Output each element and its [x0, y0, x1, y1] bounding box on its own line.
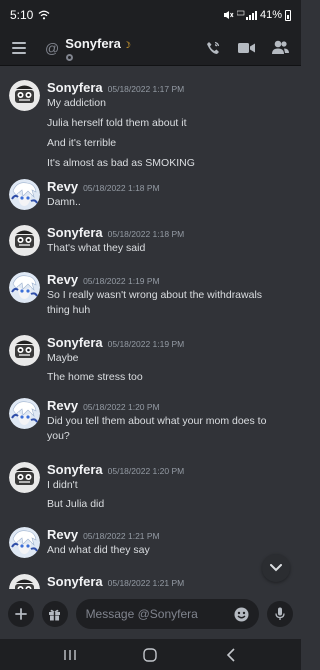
message-composer: Message @Sonyfera	[0, 589, 301, 639]
timestamp: 05/18/2022 1:17 PM	[107, 84, 185, 94]
voice-message-button[interactable]	[267, 601, 293, 627]
jump-to-bottom-button[interactable]	[262, 554, 290, 582]
timestamp: 05/18/2022 1:18 PM	[107, 229, 185, 239]
header-username: Sonyfera	[65, 35, 121, 51]
message-text: Did you tell them about what your mom do…	[47, 415, 267, 427]
microphone-icon	[275, 607, 285, 620]
message-meta: Sonyfera 05/18/2022 1:17 PM	[47, 80, 184, 95]
message-meta: Sonyfera 05/18/2022 1:20 PM	[47, 462, 184, 477]
dm-header: @ Sonyfera ☽	[0, 30, 301, 66]
sonyfera-avatar[interactable]	[9, 335, 40, 366]
emoji-icon[interactable]	[234, 607, 249, 622]
message-input[interactable]: Message @Sonyfera	[75, 599, 260, 629]
gift-button[interactable]	[41, 601, 68, 627]
battery-percent: 41%	[259, 9, 282, 21]
moon-icon: ☽	[122, 39, 131, 50]
battery-icon	[285, 9, 291, 21]
message-text: you?	[47, 430, 70, 442]
message-text: Maybe	[47, 352, 79, 364]
plus-icon	[14, 608, 27, 620]
timestamp: 05/18/2022 1:18 PM	[83, 183, 160, 193]
system-nav-bar	[0, 639, 301, 670]
timestamp: 05/18/2022 1:20 PM	[83, 402, 160, 412]
message-list[interactable]: Sonyfera 05/18/2022 1:17 PM My addiction…	[0, 67, 301, 589]
status-bar: 5:10 41%	[0, 0, 301, 30]
message-meta: Revy 05/18/2022 1:20 PM	[47, 398, 160, 413]
recent-apps-icon[interactable]	[58, 646, 82, 664]
message-text: And what did they say	[47, 544, 150, 556]
timestamp: 05/18/2022 1:20 PM	[107, 466, 185, 476]
author-name[interactable]: Revy	[47, 527, 78, 542]
wifi-icon	[38, 10, 50, 20]
message-text: But Julia did	[47, 498, 105, 510]
message-text: thing huh	[47, 304, 91, 316]
menu-icon[interactable]	[12, 41, 26, 54]
revy-avatar[interactable]	[9, 179, 40, 210]
message-text: It's almost as bad as SMOKING	[47, 157, 195, 169]
sonyfera-avatar[interactable]	[9, 574, 40, 589]
message-meta: Revy 05/18/2022 1:19 PM	[47, 272, 160, 287]
author-name[interactable]: Revy	[47, 398, 78, 413]
message-meta: Sonyfera 05/18/2022 1:21 PM	[47, 574, 184, 589]
revy-avatar[interactable]	[9, 527, 40, 558]
message-meta: Revy 05/18/2022 1:21 PM	[47, 527, 160, 542]
author-name[interactable]: Sonyfera	[47, 335, 103, 350]
signal-icon	[236, 10, 257, 20]
home-icon[interactable]	[138, 646, 162, 664]
video-call-icon[interactable]	[238, 42, 255, 54]
message-meta: Sonyfera 05/18/2022 1:18 PM	[47, 225, 184, 240]
author-name[interactable]: Sonyfera	[47, 80, 103, 95]
author-name[interactable]: Revy	[47, 179, 78, 194]
message-meta: Revy 05/18/2022 1:18 PM	[47, 179, 160, 194]
status-time: 5:10	[10, 8, 34, 22]
message-placeholder: Message @Sonyfera	[85, 607, 198, 621]
message-text: I didn't	[47, 479, 78, 491]
gift-icon	[49, 609, 61, 620]
members-icon[interactable]	[272, 40, 289, 55]
author-name[interactable]: Sonyfera	[47, 574, 103, 589]
status-indicators: 41%	[223, 9, 291, 21]
header-actions	[205, 40, 289, 56]
idle-status-icon	[66, 53, 74, 61]
message-text: That's what they said	[47, 242, 146, 254]
timestamp: 05/18/2022 1:21 PM	[83, 531, 160, 541]
voice-call-icon[interactable]	[205, 40, 221, 56]
author-name[interactable]: Revy	[47, 272, 78, 287]
mute-icon	[223, 11, 234, 19]
back-icon[interactable]	[219, 646, 243, 664]
revy-avatar[interactable]	[9, 272, 40, 303]
message-text: My addiction	[47, 97, 106, 109]
message-text: So I really wasn't wrong about the withd…	[47, 289, 263, 301]
message-text: Julia herself told them about it	[47, 117, 187, 129]
chevron-down-icon	[270, 564, 282, 572]
message-text: Damn..	[47, 196, 81, 208]
sonyfera-avatar[interactable]	[9, 225, 40, 256]
author-name[interactable]: Sonyfera	[47, 462, 103, 477]
author-name[interactable]: Sonyfera	[47, 225, 103, 240]
sonyfera-avatar[interactable]	[9, 80, 40, 111]
header-user[interactable]: Sonyfera ☽	[65, 35, 131, 61]
revy-avatar[interactable]	[9, 398, 40, 429]
message-meta: Sonyfera 05/18/2022 1:19 PM	[47, 335, 184, 350]
sonyfera-avatar[interactable]	[9, 462, 40, 493]
timestamp: 05/18/2022 1:19 PM	[83, 276, 160, 286]
timestamp: 05/18/2022 1:21 PM	[107, 578, 185, 588]
at-icon: @	[45, 39, 60, 56]
add-attachment-button[interactable]	[8, 601, 34, 627]
message-text: And it's terrible	[47, 137, 117, 149]
timestamp: 05/18/2022 1:19 PM	[107, 339, 185, 349]
message-text: The home stress too	[47, 371, 143, 383]
